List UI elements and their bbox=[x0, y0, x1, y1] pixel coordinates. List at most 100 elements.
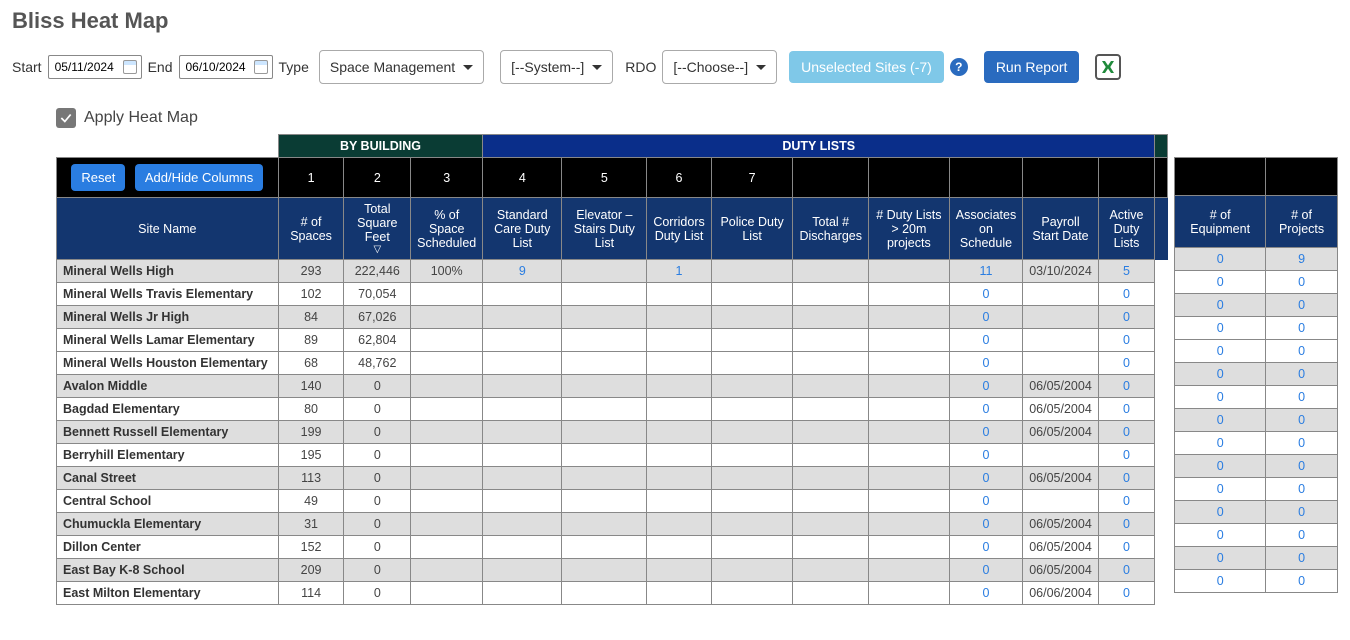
table-row[interactable]: Chumuckla Elementary310006/05/20040 bbox=[57, 513, 1168, 536]
col-num-blank bbox=[1266, 158, 1338, 196]
export-excel-icon[interactable] bbox=[1095, 54, 1121, 80]
cell: 48,762 bbox=[344, 352, 411, 375]
cell: 06/06/2004 bbox=[1023, 582, 1099, 605]
cell: 114 bbox=[278, 582, 344, 605]
col-corridors[interactable]: Corridors Duty List bbox=[647, 198, 711, 260]
reset-button[interactable]: Reset bbox=[71, 164, 125, 191]
end-date-input[interactable] bbox=[184, 59, 254, 75]
table-row[interactable]: 00 bbox=[1175, 317, 1338, 340]
cell: 0 bbox=[1098, 398, 1154, 421]
table-row[interactable]: 00 bbox=[1175, 570, 1338, 593]
table-row[interactable]: 09 bbox=[1175, 248, 1338, 271]
system-dropdown[interactable]: [--System--] bbox=[500, 50, 613, 84]
end-date-field[interactable] bbox=[179, 55, 273, 79]
col-site-name[interactable]: Site Name bbox=[57, 198, 279, 260]
cell: 0 bbox=[1175, 524, 1266, 547]
table-row[interactable]: Berryhill Elementary195000 bbox=[57, 444, 1168, 467]
col-projects[interactable]: # of Projects bbox=[1266, 196, 1338, 248]
band-by-building: BY BUILDING bbox=[278, 135, 483, 158]
table-row[interactable]: 00 bbox=[1175, 455, 1338, 478]
table-row[interactable]: 00 bbox=[1175, 386, 1338, 409]
rdo-dropdown-value: [--Choose--] bbox=[673, 59, 748, 75]
table-row[interactable]: 00 bbox=[1175, 524, 1338, 547]
col-elevator[interactable]: Elevator – Stairs Duty List bbox=[562, 198, 647, 260]
table-row[interactable]: East Bay K-8 School2090006/05/20040 bbox=[57, 559, 1168, 582]
cell bbox=[483, 467, 562, 490]
col-num[interactable]: 3 bbox=[411, 158, 483, 198]
type-dropdown[interactable]: Space Management bbox=[319, 50, 484, 84]
col-num[interactable]: 1 bbox=[278, 158, 344, 198]
rdo-dropdown[interactable]: [--Choose--] bbox=[662, 50, 777, 84]
add-hide-columns-button[interactable]: Add/Hide Columns bbox=[135, 164, 263, 191]
cell: 102 bbox=[278, 283, 344, 306]
table-row[interactable]: Canal Street1130006/05/20040 bbox=[57, 467, 1168, 490]
unselected-sites-button[interactable]: Unselected Sites (-7) bbox=[789, 51, 944, 83]
cell bbox=[868, 490, 949, 513]
cell: 0 bbox=[1098, 421, 1154, 444]
cell: 06/05/2004 bbox=[1023, 375, 1099, 398]
col-discharges[interactable]: Total # Discharges bbox=[793, 198, 869, 260]
col-active-duty[interactable]: Active Duty Lists bbox=[1098, 198, 1154, 260]
cell: 0 bbox=[344, 513, 411, 536]
table-row[interactable]: 00 bbox=[1175, 294, 1338, 317]
cell bbox=[793, 352, 869, 375]
table-row[interactable]: Mineral Wells Travis Elementary10270,054… bbox=[57, 283, 1168, 306]
help-icon[interactable]: ? bbox=[950, 58, 968, 76]
table-row[interactable]: 00 bbox=[1175, 340, 1338, 363]
table-row[interactable]: Mineral Wells High293222,446100%911103/1… bbox=[57, 260, 1168, 283]
caret-down-icon bbox=[592, 65, 602, 70]
col-num[interactable]: 7 bbox=[711, 158, 793, 198]
table-row[interactable]: Dillon Center1520006/05/20040 bbox=[57, 536, 1168, 559]
col-std-care[interactable]: Standard Care Duty List bbox=[483, 198, 562, 260]
table-row[interactable]: Mineral Wells Jr High8467,02600 bbox=[57, 306, 1168, 329]
col-sqft[interactable]: Total Square Feet bbox=[344, 198, 411, 260]
site: Canal Street bbox=[57, 467, 279, 490]
table-row[interactable]: 00 bbox=[1175, 432, 1338, 455]
cell: 5 bbox=[1098, 260, 1154, 283]
col-duty20m[interactable]: # Duty Lists > 20m projects bbox=[868, 198, 949, 260]
table-row[interactable]: East Milton Elementary1140006/06/20040 bbox=[57, 582, 1168, 605]
start-date-field[interactable] bbox=[48, 55, 142, 79]
cell: 0 bbox=[344, 536, 411, 559]
cell bbox=[562, 513, 647, 536]
cell bbox=[711, 467, 793, 490]
cell bbox=[711, 421, 793, 444]
cell: 0 bbox=[949, 467, 1022, 490]
table-row[interactable]: 00 bbox=[1175, 501, 1338, 524]
table-row[interactable]: 00 bbox=[1175, 547, 1338, 570]
col-num[interactable]: 5 bbox=[562, 158, 647, 198]
apply-heat-map-checkbox[interactable] bbox=[56, 108, 76, 128]
run-report-button[interactable]: Run Report bbox=[984, 51, 1080, 83]
cell bbox=[711, 536, 793, 559]
table-row[interactable]: 00 bbox=[1175, 271, 1338, 294]
table-row[interactable]: Avalon Middle1400006/05/20040 bbox=[57, 375, 1168, 398]
cell: 0 bbox=[1098, 306, 1154, 329]
col-num[interactable]: 2 bbox=[344, 158, 411, 198]
col-payroll-start[interactable]: Payroll Start Date bbox=[1023, 198, 1099, 260]
col-police[interactable]: Police Duty List bbox=[711, 198, 793, 260]
table-row[interactable]: Bagdad Elementary800006/05/20040 bbox=[57, 398, 1168, 421]
col-num[interactable]: 6 bbox=[647, 158, 711, 198]
calendar-icon[interactable] bbox=[123, 60, 137, 74]
table-row[interactable]: 00 bbox=[1175, 409, 1338, 432]
cell: 9 bbox=[483, 260, 562, 283]
cell bbox=[562, 421, 647, 444]
table-row[interactable]: Central School49000 bbox=[57, 490, 1168, 513]
table-row[interactable]: Mineral Wells Houston Elementary6848,762… bbox=[57, 352, 1168, 375]
cell: 0 bbox=[1175, 432, 1266, 455]
table-row[interactable]: 00 bbox=[1175, 363, 1338, 386]
cell: 0 bbox=[1175, 478, 1266, 501]
col-associates[interactable]: Associates on Schedule bbox=[949, 198, 1022, 260]
start-date-input[interactable] bbox=[53, 59, 123, 75]
table-row[interactable]: Bennett Russell Elementary1990006/05/200… bbox=[57, 421, 1168, 444]
cell bbox=[868, 352, 949, 375]
table-row[interactable]: Mineral Wells Lamar Elementary8962,80400 bbox=[57, 329, 1168, 352]
calendar-icon[interactable] bbox=[254, 60, 268, 74]
col-spaces[interactable]: # of Spaces bbox=[278, 198, 344, 260]
col-equipment[interactable]: # of Equipment bbox=[1175, 196, 1266, 248]
cell bbox=[562, 398, 647, 421]
col-pct-scheduled[interactable]: % of Space Scheduled bbox=[411, 198, 483, 260]
col-num[interactable]: 4 bbox=[483, 158, 562, 198]
cell: 0 bbox=[1175, 340, 1266, 363]
table-row[interactable]: 00 bbox=[1175, 478, 1338, 501]
